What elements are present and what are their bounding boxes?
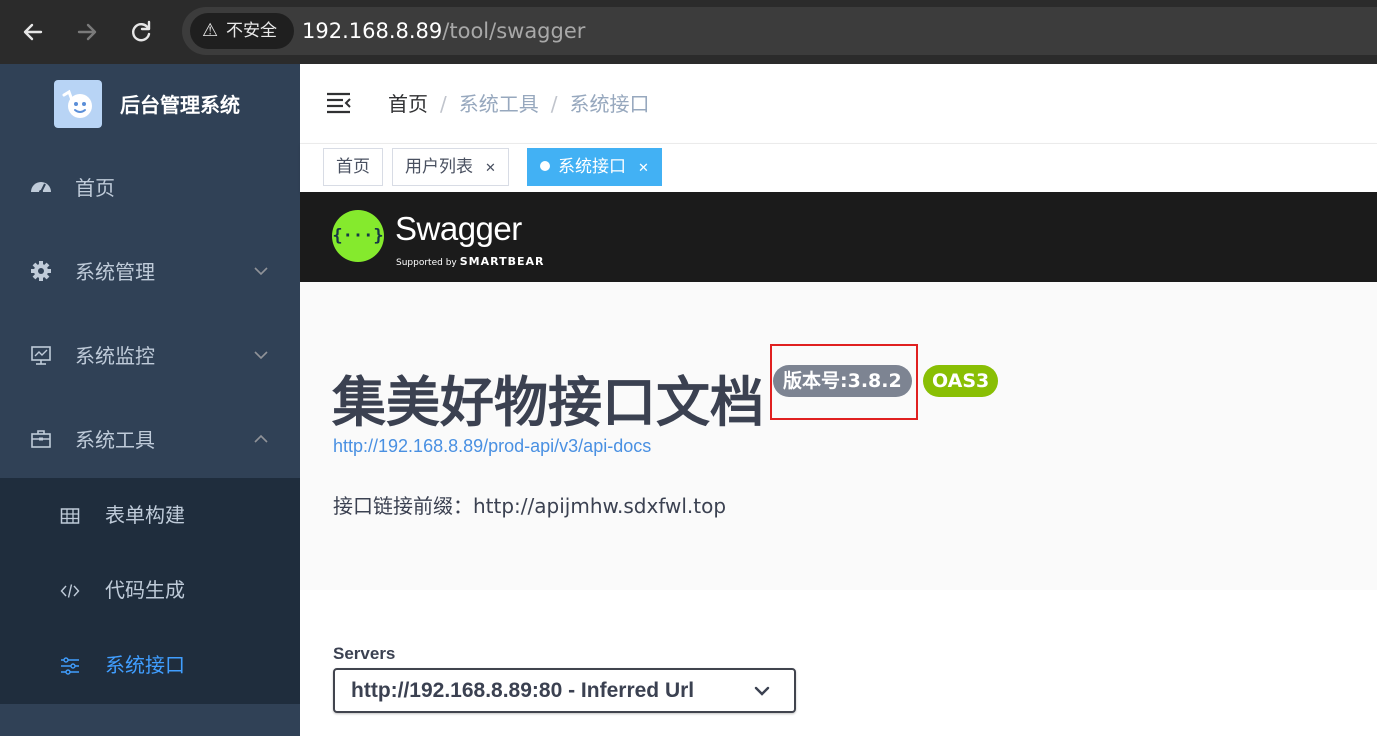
tag-user-list[interactable]: 用户列表 ✕ [392,148,509,186]
breadcrumb-separator: / [440,92,447,116]
breadcrumb-separator: / [550,92,558,116]
oas-badge: OAS3 [923,365,999,397]
swagger-supported-by: Supported by SMARTBEAR [396,255,544,268]
tags-view: 首页 用户列表 ✕ 系统接口 ✕ [300,144,1377,192]
security-label: 不安全 [226,21,277,41]
url-path: /tool/swagger [442,19,586,43]
breadcrumb: 首页 / 系统工具 / 系统接口 [388,64,650,144]
swagger-info: 集美好物接口文档 版本号:3.8.2 OAS3 http://192.168.8… [300,282,1377,590]
servers-select-value: http://192.168.8.89:80 - Inferred Url [351,679,695,702]
code-icon [60,584,80,598]
tag-swagger[interactable]: 系统接口 ✕ [527,148,662,186]
sidebar-item-system-manage[interactable]: 系统管理 [0,230,300,314]
back-arrow-icon[interactable] [15,14,51,50]
forward-arrow-icon[interactable] [69,14,105,50]
sidebar-item-partial[interactable] [0,704,300,736]
breadcrumb-item-current: 系统接口 [569,92,650,116]
highlight-annotation [770,344,918,420]
chevron-down-icon [254,351,268,360]
api-description: 接口链接前缀：http://apijmhw.sdxfwl.top [333,494,727,518]
table-icon [60,508,80,524]
security-chip[interactable]: ⚠ 不安全 [190,13,294,49]
sidebar-item-label: 代码生成 [105,578,185,602]
hamburger-icon[interactable] [326,92,352,114]
swagger-brand: Swagger [395,210,522,248]
sidebar-item-label: 首页 [75,176,115,200]
sidebar-item-code-gen[interactable]: 代码生成 [0,553,300,628]
gear-icon [31,261,51,281]
warning-icon: ⚠ [202,20,219,41]
toolbox-icon [31,430,51,448]
smartbear-text: SMARTBEAR [459,255,545,268]
sidebar-item-system-monitor[interactable]: 系统监控 [0,314,300,398]
sidebar-item-label: 系统监控 [75,344,155,368]
servers-select[interactable]: http://192.168.8.89:80 - Inferred Url [333,668,796,713]
breadcrumb-item-home[interactable]: 首页 [388,92,428,116]
reload-icon[interactable] [123,14,159,50]
close-icon[interactable]: ✕ [485,161,496,176]
browser-toolbar: ⚠ 不安全 192.168.8.89/tool/swagger [0,0,1377,64]
chevron-down-icon [754,686,770,696]
sidebar-item-form-builder[interactable]: 表单构建 [0,478,300,553]
submenu-system-tools: 表单构建 代码生成 系统接口 [0,478,300,704]
tag-label: 首页 [336,157,370,177]
tag-home[interactable]: 首页 [323,148,383,186]
active-dot-icon [540,161,550,171]
supported-by-text: Supported by [396,258,457,268]
dashboard-icon [31,182,51,194]
swagger-brand-text: Swagger [395,210,522,247]
tag-label: 用户列表 [405,157,473,177]
sidebar-title: 后台管理系统 [120,93,240,117]
address-bar[interactable]: ⚠ 不安全 192.168.8.89/tool/swagger [182,7,1377,55]
chevron-up-icon [254,434,268,443]
swagger-logo-icon[interactable]: {···} [332,210,384,262]
sidebar-item-label: 系统接口 [105,653,185,677]
sidebar-item-swagger[interactable]: 系统接口 [0,628,300,703]
api-docs-link[interactable]: http://192.168.8.89/prod-api/v3/api-docs [333,436,651,457]
navbar: 首页 / 系统工具 / 系统接口 [300,64,1377,144]
tag-label: 系统接口 [558,157,626,177]
servers-label: Servers [333,644,396,663]
logo-icon [54,80,102,128]
sidebar-item-home[interactable]: 首页 [0,146,300,230]
chevron-down-icon [254,267,268,276]
sidebar-item-label: 系统管理 [75,260,155,284]
sliders-icon [61,657,79,675]
sidebar-item-system-tools[interactable]: 系统工具 [0,398,300,482]
close-icon[interactable]: ✕ [638,161,649,176]
url-text[interactable]: 192.168.8.89/tool/swagger [302,7,585,55]
swagger-topbar: {···} Swagger Supported by SMARTBEAR [300,192,1377,282]
url-host: 192.168.8.89 [302,19,443,43]
servers-section: Servers http://192.168.8.89:80 - Inferre… [300,590,1377,736]
sidebar-item-label: 系统工具 [75,428,155,452]
monitor-icon [31,346,51,365]
api-title: 集美好物接口文档 [332,371,764,434]
sidebar-item-label: 表单构建 [105,503,185,527]
breadcrumb-item-tools: 系统工具 [458,92,539,116]
sidebar-logo[interactable]: 后台管理系统 [0,64,300,146]
sidebar: 后台管理系统 首页 系统管理 系统监控 系统工具 表单构建 代码生成 系统接口 [0,64,300,736]
